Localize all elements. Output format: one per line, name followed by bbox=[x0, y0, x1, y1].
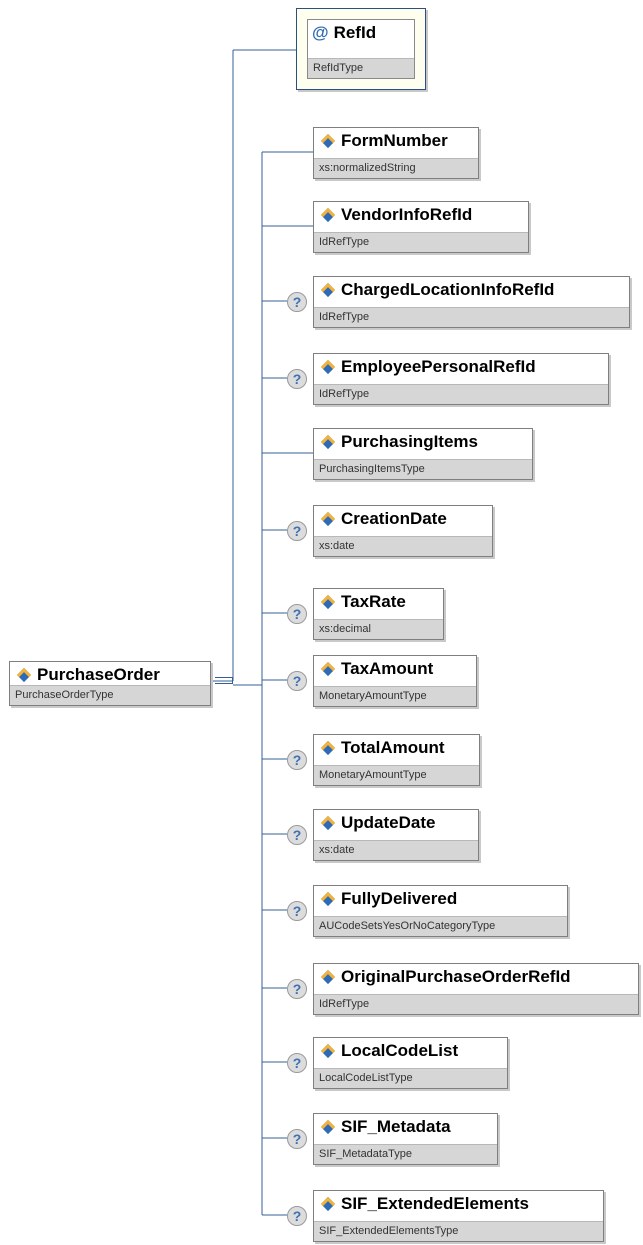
child-element-name: PurchasingItems bbox=[341, 432, 478, 451]
optional-icon: ? bbox=[287, 1053, 307, 1073]
child-element-node[interactable]: LocalCodeList LocalCodeListType bbox=[313, 1037, 508, 1089]
child-element-type: PurchasingItemsType bbox=[314, 459, 532, 479]
child-element-name: FullyDelivered bbox=[341, 889, 458, 908]
optional-icon: ? bbox=[287, 521, 307, 541]
child-element-type: IdRefType bbox=[314, 384, 608, 404]
element-icon bbox=[320, 359, 336, 375]
attribute-type: RefIdType bbox=[308, 58, 414, 78]
child-element-name: VendorInfoRefId bbox=[341, 205, 473, 224]
root-element-node[interactable]: PurchaseOrder PurchaseOrderType bbox=[9, 661, 211, 706]
optional-icon: ? bbox=[287, 671, 307, 691]
optional-icon: ? bbox=[287, 369, 307, 389]
child-element-name: SIF_ExtendedElements bbox=[341, 1194, 530, 1213]
child-element-type: LocalCodeListType bbox=[314, 1068, 507, 1088]
child-element-type: MonetaryAmountType bbox=[314, 686, 476, 706]
child-element-type: xs:decimal bbox=[314, 619, 443, 639]
at-icon: @ bbox=[312, 23, 329, 42]
root-element-name: PurchaseOrder bbox=[37, 665, 160, 684]
optional-icon: ? bbox=[287, 825, 307, 845]
child-element-type: IdRefType bbox=[314, 232, 528, 252]
child-element-name: EmployeePersonalRefId bbox=[341, 357, 536, 376]
child-element-node[interactable]: EmployeePersonalRefId IdRefType bbox=[313, 353, 609, 405]
element-icon bbox=[320, 207, 336, 223]
child-element-node[interactable]: SIF_ExtendedElements SIF_ExtendedElements… bbox=[313, 1190, 604, 1242]
element-icon bbox=[320, 1119, 336, 1135]
optional-icon: ? bbox=[287, 901, 307, 921]
child-element-type: AUCodeSetsYesOrNoCategoryType bbox=[314, 916, 567, 936]
element-icon bbox=[320, 815, 336, 831]
child-element-node[interactable]: FormNumber xs:normalizedString bbox=[313, 127, 479, 179]
child-element-type: SIF_ExtendedElementsType bbox=[314, 1221, 603, 1241]
child-element-node[interactable]: TaxAmount MonetaryAmountType bbox=[313, 655, 477, 707]
child-element-node[interactable]: FullyDelivered AUCodeSetsYesOrNoCategoryT… bbox=[313, 885, 568, 937]
element-icon bbox=[320, 740, 336, 756]
child-element-type: xs:normalizedString bbox=[314, 158, 478, 178]
child-element-name: SIF_Metadata bbox=[341, 1117, 451, 1136]
element-icon bbox=[320, 434, 336, 450]
child-element-type: xs:date bbox=[314, 840, 478, 860]
child-element-name: LocalCodeList bbox=[341, 1041, 459, 1060]
child-element-name: CreationDate bbox=[341, 509, 447, 528]
child-element-type: IdRefType bbox=[314, 994, 638, 1014]
element-icon bbox=[320, 1043, 336, 1059]
child-element-name: TotalAmount bbox=[341, 738, 445, 757]
element-icon bbox=[320, 133, 336, 149]
child-element-type: MonetaryAmountType bbox=[314, 765, 479, 785]
element-icon bbox=[320, 282, 336, 298]
element-icon bbox=[16, 667, 32, 683]
child-element-node[interactable]: OriginalPurchaseOrderRefId IdRefType bbox=[313, 963, 639, 1015]
child-element-node[interactable]: SIF_Metadata SIF_MetadataType bbox=[313, 1113, 498, 1165]
child-element-node[interactable]: UpdateDate xs:date bbox=[313, 809, 479, 861]
child-element-type: SIF_MetadataType bbox=[314, 1144, 497, 1164]
child-element-name: ChargedLocationInfoRefId bbox=[341, 280, 555, 299]
child-element-name: OriginalPurchaseOrderRefId bbox=[341, 967, 571, 986]
element-icon bbox=[320, 511, 336, 527]
optional-icon: ? bbox=[287, 750, 307, 770]
compositor-symbol bbox=[215, 677, 233, 684]
optional-icon: ? bbox=[287, 1206, 307, 1226]
child-element-node[interactable]: TotalAmount MonetaryAmountType bbox=[313, 734, 480, 786]
optional-icon: ? bbox=[287, 604, 307, 624]
element-icon bbox=[320, 594, 336, 610]
child-element-node[interactable]: CreationDate xs:date bbox=[313, 505, 493, 557]
child-element-node[interactable]: VendorInfoRefId IdRefType bbox=[313, 201, 529, 253]
attribute-name: RefId bbox=[333, 23, 377, 42]
child-element-node[interactable]: TaxRate xs:decimal bbox=[313, 588, 444, 640]
child-element-node[interactable]: ChargedLocationInfoRefId IdRefType bbox=[313, 276, 630, 328]
child-element-node[interactable]: PurchasingItems PurchasingItemsType bbox=[313, 428, 533, 480]
child-element-name: TaxAmount bbox=[341, 659, 434, 678]
optional-icon: ? bbox=[287, 979, 307, 999]
attribute-node-refid[interactable]: @ RefId RefIdType bbox=[296, 8, 426, 90]
element-icon bbox=[320, 969, 336, 985]
element-icon bbox=[320, 891, 336, 907]
child-element-type: IdRefType bbox=[314, 307, 629, 327]
child-element-name: FormNumber bbox=[341, 131, 448, 150]
child-element-name: UpdateDate bbox=[341, 813, 436, 832]
child-element-name: TaxRate bbox=[341, 592, 406, 611]
element-icon bbox=[320, 661, 336, 677]
child-element-type: xs:date bbox=[314, 536, 492, 556]
optional-icon: ? bbox=[287, 1129, 307, 1149]
element-icon bbox=[320, 1196, 336, 1212]
optional-icon: ? bbox=[287, 292, 307, 312]
root-element-type: PurchaseOrderType bbox=[10, 685, 210, 705]
